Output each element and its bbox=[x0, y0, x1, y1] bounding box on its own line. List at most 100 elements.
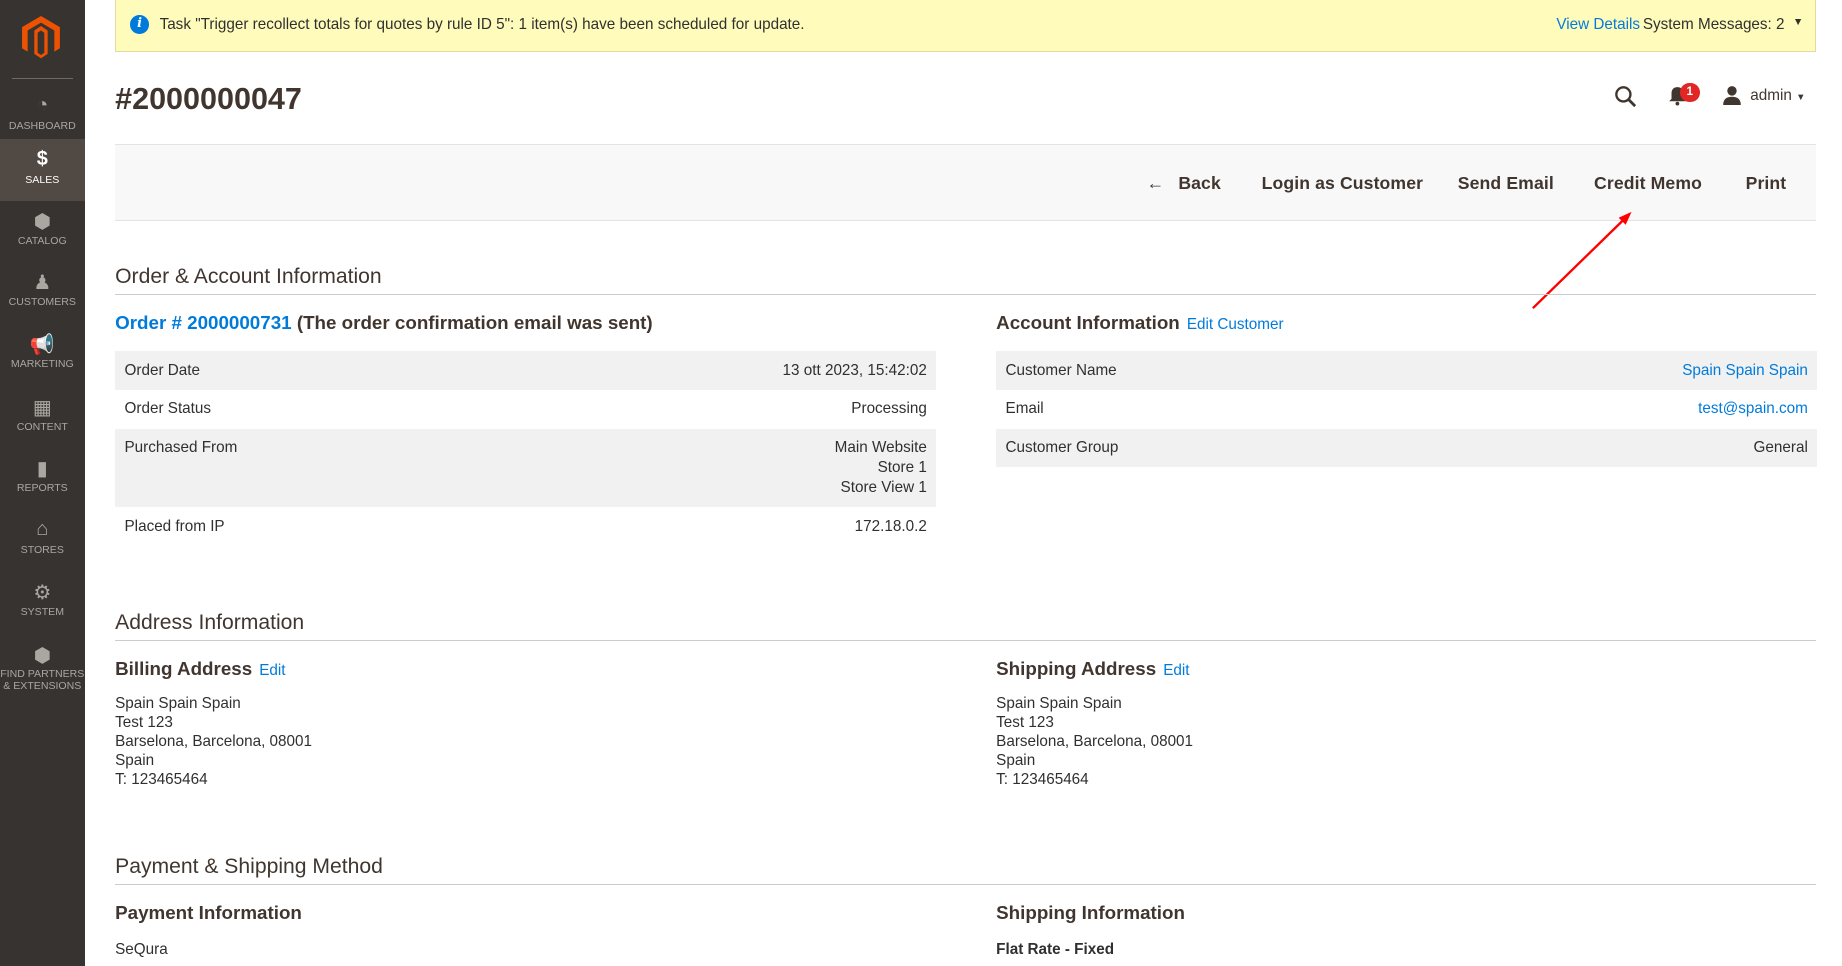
shipping-title: Shipping Address bbox=[996, 657, 1157, 679]
notification-count-badge[interactable]: 1 bbox=[1679, 83, 1700, 103]
view-details-link[interactable]: View Details bbox=[1556, 16, 1640, 33]
address-line: T: 123465464 bbox=[115, 770, 208, 788]
shipping-address: Spain Spain Spain Test 123 Barselona, Barc… bbox=[996, 695, 1193, 789]
page-title: #2000000047 bbox=[115, 82, 302, 117]
back-button[interactable]: ← Back bbox=[1146, 173, 1220, 194]
address-line: T: 123465464 bbox=[996, 770, 1089, 788]
table-row: Purchased From Main Website Store 1 Store V… bbox=[115, 428, 937, 508]
payment-method: SeQura bbox=[115, 940, 168, 958]
notice-message: Task "Trigger recollect totals for quote… bbox=[159, 16, 805, 34]
sidebar-item-label: Sales bbox=[25, 173, 60, 186]
address-line: Barselona, Barcelona, 08001 bbox=[115, 733, 313, 751]
table-row: Order Status Processing bbox=[115, 390, 936, 429]
address-line: Spain Spain Spain bbox=[996, 695, 1122, 713]
shipping-address-heading: Shipping Address Edit bbox=[996, 658, 1189, 680]
sidebar-item-label: Find Partners & Extensions bbox=[0, 668, 85, 693]
system-messages-toggle[interactable]: System Messages: 2 bbox=[1643, 16, 1785, 33]
table-row: Email test@spain.com bbox=[996, 390, 1817, 429]
sidebar-item-label: Dashboard bbox=[8, 119, 76, 132]
annotation-arrow bbox=[1532, 211, 1632, 309]
row-value: 13 ott 2023, 15:42:02 bbox=[782, 361, 927, 379]
value-link[interactable]: Spain Spain Spain bbox=[1682, 362, 1808, 379]
edit-customer-link[interactable]: Edit Customer bbox=[1187, 316, 1284, 333]
shipping-method: Flat Rate - Fixed bbox=[996, 940, 1115, 958]
address-line: Test 123 bbox=[996, 714, 1054, 732]
billing-address-heading: Billing Address Edit bbox=[115, 658, 285, 680]
sidebar-item-label: Content bbox=[16, 420, 68, 433]
magento-logo[interactable] bbox=[21, 16, 61, 59]
sidebar-item-customers[interactable]: ♟ Customers bbox=[0, 261, 85, 323]
section-title-address: Address Information bbox=[115, 611, 1817, 641]
system-notice: i Task "Trigger recollect totals for quo… bbox=[115, 0, 1817, 52]
box-icon: ⬢ bbox=[33, 211, 51, 234]
dashboard-icon: ◔ bbox=[36, 93, 49, 116]
login-as-customer-button[interactable]: Login as Customer bbox=[1262, 173, 1423, 194]
row-value: General bbox=[1753, 439, 1808, 457]
sidebar-item-system[interactable]: ⚙ System bbox=[0, 571, 85, 633]
table-row: Customer Name Spain Spain Spain bbox=[996, 351, 1818, 390]
search-icon[interactable] bbox=[1614, 85, 1637, 108]
row-label: Order Date bbox=[124, 361, 201, 379]
value-link[interactable]: test@spain.com bbox=[1698, 400, 1808, 417]
row-label: Customer Group bbox=[1005, 439, 1119, 457]
order-heading: Order # 2000000731 (The order confirmati… bbox=[115, 312, 653, 334]
edit-billing-link[interactable]: Edit bbox=[259, 662, 285, 679]
billing-address: Spain Spain Spain Test 123 Barselona, Barc… bbox=[115, 695, 312, 789]
value-line: Store 1 bbox=[877, 459, 927, 477]
row-value: Processing bbox=[851, 400, 927, 418]
layout-icon: ▦ bbox=[32, 396, 52, 419]
value-line: Store View 1 bbox=[840, 479, 927, 497]
row-value: 172.18.0.2 bbox=[854, 517, 927, 535]
order-note: (The order confirmation email was sent) bbox=[296, 312, 653, 334]
sidebar-item-find[interactable]: ⬢ Find Partners & Extensions bbox=[0, 633, 85, 706]
account-info-title: Account Information bbox=[996, 312, 1180, 334]
table-row: Placed from IP 172.18.0.2 bbox=[115, 507, 936, 546]
sidebar-item-label: Stores bbox=[20, 543, 64, 556]
sidebar-item-catalog[interactable]: ⬢ Catalog bbox=[0, 200, 85, 262]
order-link[interactable]: Order # 2000000731 bbox=[115, 312, 291, 333]
sidebar-item-content[interactable]: ▦ Content bbox=[0, 385, 85, 447]
row-label: Placed from IP bbox=[124, 517, 225, 535]
user-icon[interactable] bbox=[1722, 85, 1742, 105]
caret-down-icon[interactable]: ▼ bbox=[1796, 91, 1805, 102]
send-email-button[interactable]: Send Email bbox=[1458, 173, 1554, 194]
arrow-left-icon: ← bbox=[1146, 172, 1165, 193]
row-label: Order Status bbox=[124, 400, 212, 418]
address-line: Test 123 bbox=[115, 714, 173, 732]
cubes-icon: ⬢ bbox=[33, 644, 51, 667]
sidebar-item-reports[interactable]: ▮ Reports bbox=[0, 446, 85, 508]
address-line: Barselona, Barcelona, 08001 bbox=[996, 733, 1194, 751]
print-button[interactable]: Print bbox=[1746, 173, 1787, 194]
credit-memo-button[interactable]: Credit Memo bbox=[1594, 173, 1702, 194]
sidebar-item-label: System bbox=[20, 606, 64, 619]
address-line: Spain bbox=[115, 751, 155, 769]
sidebar-item-marketing[interactable]: 📢 Marketing bbox=[0, 323, 85, 385]
billing-title: Billing Address bbox=[115, 657, 253, 679]
gear-icon: ⚙ bbox=[33, 582, 52, 605]
section-title-payment-shipping: Payment & Shipping Method bbox=[115, 855, 1817, 885]
edit-shipping-link[interactable]: Edit bbox=[1163, 662, 1189, 679]
admin-user-menu[interactable]: admin ▼ bbox=[1750, 87, 1805, 104]
admin-username[interactable]: admin bbox=[1750, 87, 1792, 104]
row-label: Purchased From bbox=[124, 439, 238, 457]
back-label: Back bbox=[1178, 172, 1221, 193]
section-title-order-account: Order & Account Information bbox=[115, 265, 1817, 296]
row-label: Email bbox=[1005, 400, 1044, 418]
sidebar-item-label: Marketing bbox=[10, 358, 74, 371]
account-info-heading: Account Information Edit Customer bbox=[996, 312, 1283, 334]
sidebar-item-stores[interactable]: ⌂ Stores bbox=[0, 509, 85, 571]
sidebar-item-label: Catalog bbox=[17, 234, 67, 247]
payment-info-heading: Payment Information bbox=[115, 902, 302, 924]
store-icon: ⌂ bbox=[36, 518, 49, 541]
sidebar-item-dashboard[interactable]: ◔ Dashboard bbox=[0, 85, 85, 147]
sidebar-divider bbox=[11, 77, 73, 79]
value-line: Main Website bbox=[834, 439, 927, 457]
person-icon: ♟ bbox=[33, 272, 52, 295]
sidebar-item-sales[interactable]: $ Sales bbox=[0, 138, 85, 201]
sidebar-item-label: Customers bbox=[8, 296, 76, 308]
shipping-info-heading: Shipping Information bbox=[996, 902, 1185, 924]
caret-down-icon[interactable]: ▼ bbox=[1793, 16, 1803, 28]
table-row: Order Date 13 ott 2023, 15:42:02 bbox=[115, 351, 937, 390]
dollar-icon: $ bbox=[36, 148, 48, 170]
address-line: Spain Spain Spain bbox=[115, 695, 241, 713]
